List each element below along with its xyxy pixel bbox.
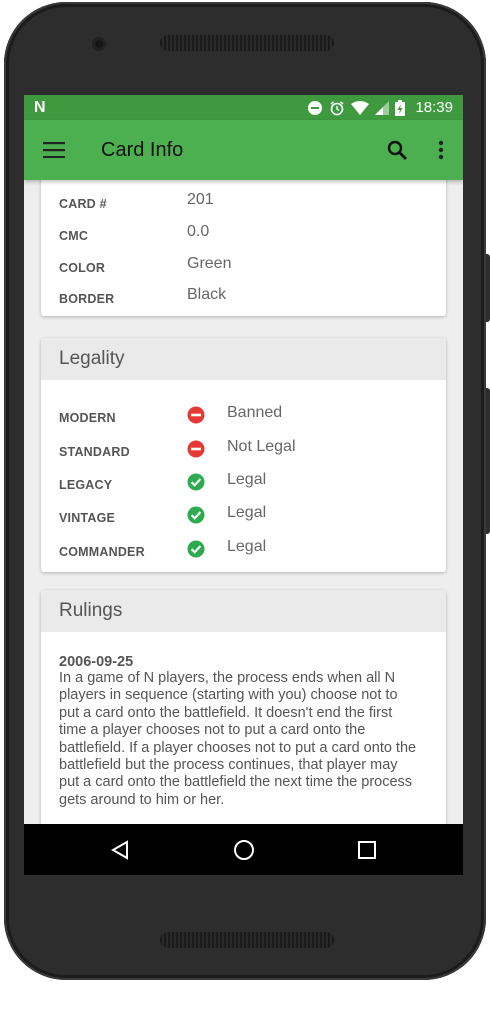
back-icon — [111, 840, 128, 860]
detail-label: COLOR — [59, 261, 106, 275]
content-scroll[interactable]: CARD # 201 CMC 0.0 COLOR Green BORDER Bl… — [24, 180, 463, 824]
format-label: LEGACY — [59, 478, 113, 492]
app-bar-actions — [375, 128, 463, 172]
rulings-header: Rulings — [41, 590, 446, 632]
menu-icon — [43, 142, 65, 158]
legality-row: COMMANDER Legal — [41, 536, 446, 566]
recents-icon — [358, 841, 376, 859]
legality-header: Legality — [41, 338, 446, 380]
top-speaker — [160, 35, 334, 51]
recents-button[interactable] — [353, 836, 381, 864]
front-camera — [92, 37, 106, 51]
alarm-icon — [330, 100, 344, 115]
detail-label: CARD # — [59, 197, 107, 211]
search-button[interactable] — [375, 128, 419, 172]
check-circle-icon — [187, 473, 205, 491]
detail-row: CMC 0.0 — [41, 220, 446, 250]
clock: 18:39 — [415, 99, 453, 116]
format-label: VINTAGE — [59, 511, 116, 525]
banned-icon — [187, 406, 205, 424]
ruling-text: In a game of N players, the process ends… — [59, 670, 417, 808]
bottom-speaker — [160, 932, 334, 948]
detail-label: BORDER — [59, 292, 115, 306]
battery-charging-icon — [395, 99, 406, 116]
detail-row: COLOR Green — [41, 252, 446, 282]
card-details: CARD # 201 CMC 0.0 COLOR Green BORDER Bl… — [41, 180, 446, 316]
status-bar: N 18:39 — [24, 95, 463, 120]
overflow-menu-button[interactable] — [419, 128, 463, 172]
home-icon — [234, 840, 254, 860]
legality-status: Not Legal — [227, 438, 296, 455]
legality-status: Legal — [227, 504, 267, 521]
search-icon — [387, 140, 407, 160]
format-label: MODERN — [59, 411, 116, 425]
format-label: COMMANDER — [59, 545, 145, 559]
status-icons: 18:39 — [307, 99, 453, 116]
app-bar: Card Info — [24, 120, 463, 180]
n-logo-icon: N — [34, 98, 46, 116]
legality-status: Legal — [227, 538, 267, 555]
overflow-menu-icon — [438, 140, 444, 160]
menu-button[interactable] — [24, 142, 84, 158]
check-circle-icon — [187, 506, 205, 524]
detail-label: CMC — [59, 229, 89, 243]
back-button[interactable] — [106, 836, 134, 864]
legality-status: Banned — [227, 404, 283, 421]
detail-value: Black — [187, 286, 227, 303]
ruling-date: 2006-09-25 — [59, 654, 134, 670]
legality-status: Legal — [227, 471, 267, 488]
detail-value: Green — [187, 255, 232, 272]
format-label: STANDARD — [59, 445, 130, 459]
page-title: Card Info — [101, 138, 184, 161]
detail-value: 201 — [187, 191, 214, 208]
detail-value: 0.0 — [187, 223, 210, 240]
navigation-bar — [24, 824, 463, 875]
rulings-card: Rulings 2006-09-25 In a game of N player… — [41, 590, 446, 824]
legality-row: MODERN Banned — [41, 402, 446, 432]
detail-row: CARD # 201 — [41, 188, 446, 218]
wifi-icon — [351, 100, 370, 115]
signal-icon — [375, 100, 390, 115]
legality-card: Legality MODERN Banned STANDARD Not Lega… — [41, 338, 446, 572]
legality-row: STANDARD Not Legal — [41, 436, 446, 466]
detail-row: BORDER Black — [41, 283, 446, 313]
do-not-disturb-icon — [308, 100, 323, 115]
legality-row: LEGACY Legal — [41, 469, 446, 499]
legality-row: VINTAGE Legal — [41, 502, 446, 532]
screen: N 18:39 Card Info CARD # 201 CMC 0.0 COL… — [24, 95, 463, 875]
check-circle-icon — [187, 540, 205, 558]
home-button[interactable] — [230, 836, 258, 864]
banned-icon — [187, 440, 205, 458]
